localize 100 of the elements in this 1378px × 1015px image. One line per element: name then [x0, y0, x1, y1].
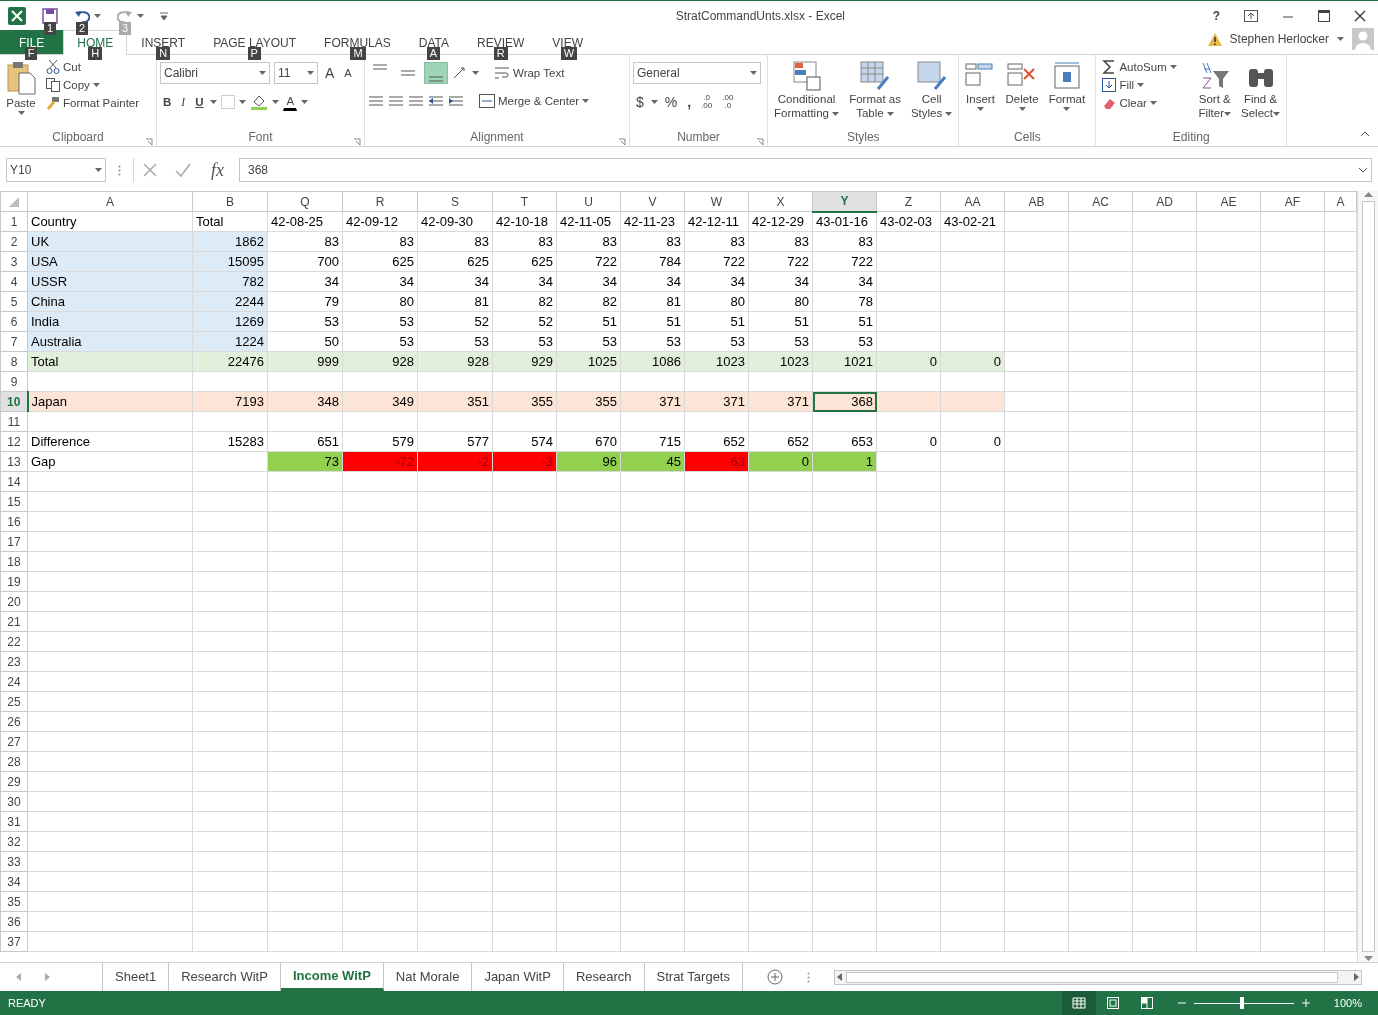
- column-header[interactable]: Z: [876, 191, 941, 212]
- collapse-ribbon-icon[interactable]: [1360, 130, 1370, 137]
- column-header[interactable]: AA: [940, 191, 1005, 212]
- help-button[interactable]: ?: [1212, 6, 1220, 25]
- splitter-icon[interactable]: [807, 971, 810, 983]
- user-name[interactable]: Stephen Herlocker: [1229, 30, 1329, 48]
- percent-button[interactable]: %: [661, 93, 681, 111]
- cut-button[interactable]: Cut: [43, 58, 143, 76]
- column-header[interactable]: X: [748, 191, 813, 212]
- row-header[interactable]: 7: [0, 331, 28, 352]
- previous-sheet-icon[interactable]: [16, 973, 21, 981]
- scroll-down-icon[interactable]: [1363, 956, 1373, 962]
- copy-button[interactable]: Copy: [43, 76, 143, 94]
- font-name-field[interactable]: Calibri: [160, 62, 270, 84]
- wrap-text-button[interactable]: Wrap Text: [491, 64, 568, 82]
- row-header[interactable]: 21: [0, 611, 28, 632]
- row-header[interactable]: 27: [0, 731, 28, 752]
- row-header[interactable]: 17: [0, 531, 28, 552]
- decrease-indent-icon[interactable]: [428, 94, 444, 108]
- expand-icon[interactable]: [1358, 167, 1368, 173]
- decrease-decimal-button[interactable]: .00 .0: [719, 92, 737, 112]
- zoom-in-icon[interactable]: [1301, 999, 1310, 1007]
- row-header[interactable]: 22: [0, 631, 28, 652]
- row-header[interactable]: 37: [0, 931, 28, 952]
- row-header[interactable]: 29: [0, 771, 28, 792]
- row-header[interactable]: 19: [0, 571, 28, 592]
- align-text-icon[interactable]: [388, 94, 404, 108]
- sheet-tab[interactable]: Income WitP: [280, 963, 384, 991]
- editing-button[interactable]: Find & Select: [1238, 58, 1283, 128]
- row-header[interactable]: 33: [0, 851, 28, 872]
- column-header[interactable]: T: [492, 191, 557, 212]
- save-icon[interactable]: [42, 7, 58, 24]
- row-header[interactable]: 2: [0, 231, 28, 252]
- row-header[interactable]: 10: [0, 391, 28, 412]
- column-header[interactable]: AC: [1068, 191, 1133, 212]
- comma-button[interactable]: ,: [684, 93, 695, 111]
- cells-button[interactable]: Insert: [962, 58, 999, 128]
- font-color-button[interactable]: A: [283, 92, 298, 111]
- dialog-launcher-icon[interactable]: [618, 137, 626, 146]
- row-header[interactable]: 14: [0, 471, 28, 492]
- column-header[interactable]: W: [684, 191, 749, 212]
- new-sheet-icon[interactable]: [767, 969, 783, 985]
- grow-font-button[interactable]: A: [322, 64, 338, 82]
- name-box[interactable]: Y10: [6, 158, 106, 182]
- customize-menu-icon[interactable]: [160, 11, 168, 20]
- column-header[interactable]: Q: [267, 191, 343, 212]
- format-painter-button[interactable]: Format Painter: [43, 94, 143, 112]
- cells-button[interactable]: Format: [1045, 58, 1089, 128]
- scroll-up-icon[interactable]: [1363, 191, 1373, 197]
- column-header[interactable]: V: [620, 191, 685, 212]
- zoom-slider-thumb[interactable]: [1239, 997, 1244, 1009]
- font-size-field[interactable]: 11: [274, 62, 318, 84]
- close-icon[interactable]: [1354, 9, 1366, 22]
- check-icon[interactable]: [174, 162, 192, 178]
- row-header[interactable]: 26: [0, 711, 28, 732]
- column-header[interactable]: AE: [1196, 191, 1261, 212]
- row-header[interactable]: 15: [0, 491, 28, 512]
- row-header[interactable]: 36: [0, 911, 28, 932]
- horizontal-scrollbar[interactable]: [834, 969, 1362, 985]
- insert-function-button[interactable]: fx: [208, 161, 227, 179]
- row-header[interactable]: 31: [0, 811, 28, 832]
- column-header[interactable]: AF: [1260, 191, 1325, 212]
- style-button[interactable]: Cell Styles: [907, 58, 956, 128]
- row-header[interactable]: 28: [0, 751, 28, 772]
- scrollbar-thumb[interactable]: [1361, 201, 1375, 952]
- row-header[interactable]: 35: [0, 891, 28, 912]
- column-header[interactable]: A: [1324, 191, 1357, 212]
- increase-indent-icon[interactable]: [448, 94, 464, 108]
- row-header[interactable]: 23: [0, 651, 28, 672]
- row-header[interactable]: 20: [0, 591, 28, 612]
- row-header[interactable]: 11: [0, 411, 28, 432]
- row-header[interactable]: 16: [0, 511, 28, 532]
- italic-button[interactable]: I: [178, 92, 189, 111]
- normal-view-icon[interactable]: [1061, 991, 1096, 1015]
- row-header[interactable]: 6: [0, 311, 28, 332]
- row-header[interactable]: 5: [0, 291, 28, 312]
- ribbon-display-icon[interactable]: [1244, 9, 1258, 22]
- row-header[interactable]: 8: [0, 351, 28, 372]
- increase-decimal-button[interactable]: .0 .00: [698, 92, 716, 112]
- style-button[interactable]: Conditional Formatting: [771, 58, 843, 128]
- row-header[interactable]: 24: [0, 671, 28, 692]
- column-header[interactable]: Y: [812, 191, 877, 212]
- orientation-icon[interactable]: [452, 66, 468, 80]
- row-header[interactable]: 4: [0, 271, 28, 292]
- underline-button[interactable]: U: [192, 92, 207, 111]
- number-format-field[interactable]: General: [633, 62, 761, 84]
- zoom-out-icon[interactable]: [1177, 999, 1186, 1007]
- more-options-icon[interactable]: [118, 165, 121, 177]
- shrink-font-button[interactable]: A: [341, 64, 355, 82]
- column-header[interactable]: B: [192, 191, 268, 212]
- editing-button[interactable]: Sort & Filter: [1195, 58, 1234, 128]
- row-header[interactable]: 30: [0, 791, 28, 812]
- next-sheet-icon[interactable]: [45, 973, 50, 981]
- autosum-button[interactable]: AutoSum: [1099, 58, 1192, 76]
- row-header[interactable]: 13: [0, 451, 28, 472]
- formula-field[interactable]: 368: [239, 158, 1372, 182]
- column-header[interactable]: S: [417, 191, 493, 212]
- merge-center-button[interactable]: Merge & Center: [476, 92, 593, 110]
- column-header[interactable]: AD: [1132, 191, 1197, 212]
- fill-color-icon[interactable]: [250, 93, 269, 110]
